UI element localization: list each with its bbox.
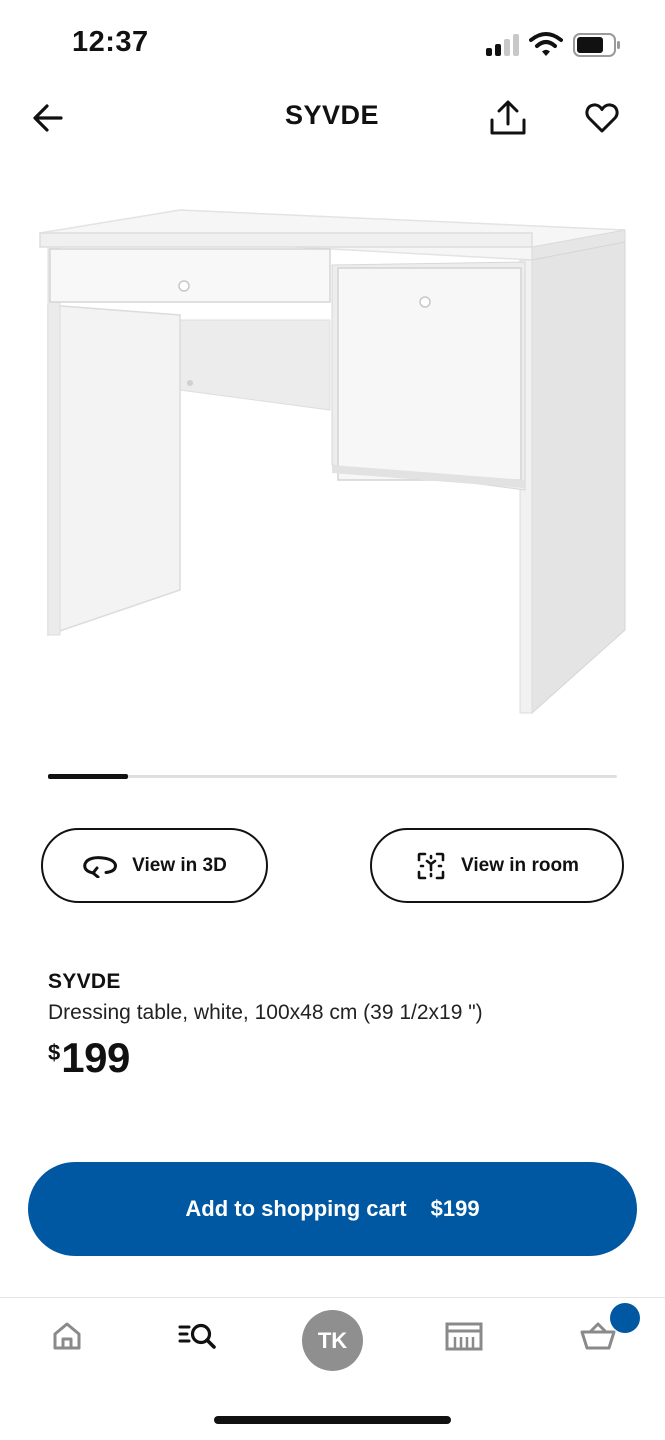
- tab-bar-divider: [0, 1297, 665, 1298]
- price-amount: 199: [61, 1034, 130, 1081]
- page-title: SYVDE: [284, 100, 380, 130]
- view-in-3d-label: View in 3D: [132, 854, 227, 876]
- carousel-progress-indicator: [48, 774, 128, 779]
- product-description: Dressing table, white, 100x48 cm (39 1/2…: [48, 1001, 483, 1024]
- store-icon: [445, 1322, 483, 1351]
- view-in-3d-button[interactable]: View in 3D: [41, 828, 268, 903]
- product-image[interactable]: [20, 190, 645, 750]
- heart-icon: [585, 103, 619, 133]
- cart-notification-badge: [610, 1303, 640, 1333]
- product-price: $ 199: [48, 1034, 130, 1082]
- avatar[interactable]: TK: [302, 1310, 363, 1371]
- view-in-room-button[interactable]: View in room: [370, 828, 624, 903]
- tab-search[interactable]: [168, 1306, 228, 1366]
- view-in-room-label: View in room: [461, 854, 579, 876]
- status-time: 12:37: [72, 26, 149, 58]
- favorite-button[interactable]: [580, 96, 624, 140]
- back-button[interactable]: [26, 96, 70, 140]
- add-to-cart-label: Add to shopping cart: [185, 1196, 407, 1221]
- product-name: SYVDE: [48, 970, 121, 993]
- share-icon: [490, 100, 526, 135]
- tab-store[interactable]: [434, 1306, 494, 1366]
- ar-view-icon: [417, 852, 445, 879]
- back-arrow-icon: [33, 104, 63, 132]
- search-icon: [178, 1323, 216, 1349]
- wifi-icon: [529, 32, 563, 56]
- price-currency: $: [48, 1040, 61, 1065]
- share-button[interactable]: [486, 96, 530, 140]
- carousel-progress-track: [48, 775, 617, 778]
- add-to-cart-button[interactable]: Add to shopping cart $199: [28, 1162, 637, 1256]
- rotate-3d-icon: [83, 855, 118, 878]
- home-indicator: [214, 1416, 451, 1424]
- battery-icon: [573, 33, 620, 57]
- home-icon: [53, 1322, 81, 1350]
- tab-home[interactable]: [37, 1306, 97, 1366]
- cellular-signal-icon: [486, 34, 520, 56]
- add-to-cart-price: $199: [430, 1196, 480, 1221]
